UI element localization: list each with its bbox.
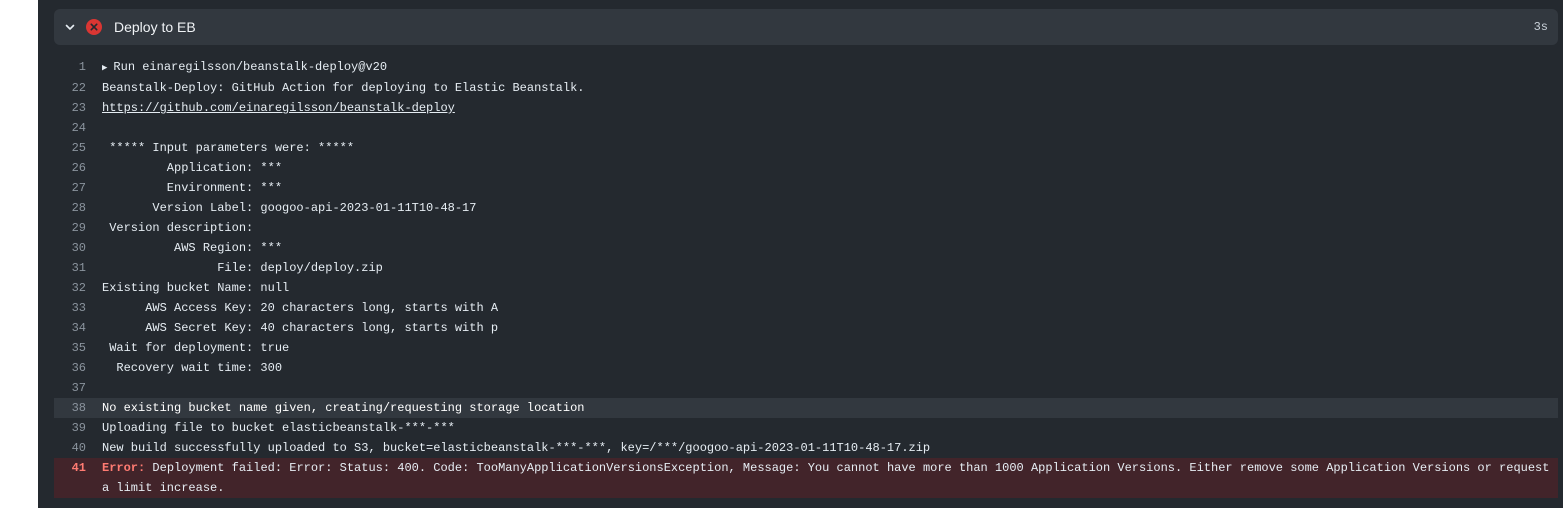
log-line-text: No existing bucket name given, creating/… bbox=[102, 401, 585, 415]
line-number[interactable]: 25 bbox=[54, 138, 102, 158]
log-line-text: File: deploy/deploy.zip bbox=[102, 261, 383, 275]
line-number[interactable]: 24 bbox=[54, 118, 102, 138]
log-line: 32 Existing bucket Name: null bbox=[54, 278, 1558, 298]
log-line-text bbox=[102, 118, 1558, 138]
line-number[interactable]: 35 bbox=[54, 338, 102, 358]
log-line-error: 41 Error: Deployment failed: Error: Stat… bbox=[54, 458, 1558, 498]
line-number[interactable]: 1 bbox=[54, 57, 102, 78]
log-line-text: Beanstalk-Deploy: GitHub Action for depl… bbox=[102, 81, 585, 95]
log-line-text: New build successfully uploaded to S3, b… bbox=[102, 441, 931, 455]
line-number[interactable]: 23 bbox=[54, 98, 102, 118]
log-line-text: AWS Secret Key: 40 characters long, star… bbox=[102, 321, 499, 335]
line-number[interactable]: 32 bbox=[54, 278, 102, 298]
log-line: 40 New build successfully uploaded to S3,… bbox=[54, 438, 1558, 458]
triangle-right-icon[interactable]: ▶ bbox=[102, 58, 107, 78]
log-line-text: Wait for deployment: true bbox=[102, 341, 290, 355]
line-number[interactable]: 41 bbox=[54, 458, 102, 498]
log-line: 33 AWS Access Key: 20 characters long, s… bbox=[54, 298, 1558, 318]
log-line-text: AWS Access Key: 20 characters long, star… bbox=[102, 301, 499, 315]
step-title: Deploy to EB bbox=[114, 19, 196, 35]
line-number[interactable]: 26 bbox=[54, 158, 102, 178]
line-number[interactable]: 28 bbox=[54, 198, 102, 218]
log-line-text: Version Label: googoo-api-2023-01-11T10-… bbox=[102, 201, 477, 215]
error-message: Deployment failed: Error: Status: 400. C… bbox=[102, 461, 1557, 495]
step-duration: 3s bbox=[1533, 20, 1548, 34]
log-line: 26 Application: *** bbox=[54, 158, 1558, 178]
log-line: 27 Environment: *** bbox=[54, 178, 1558, 198]
log-line: 29 Version description: bbox=[54, 218, 1558, 238]
log-line: 30 AWS Region: *** bbox=[54, 238, 1558, 258]
line-number[interactable]: 37 bbox=[54, 378, 102, 398]
log-line-text: Existing bucket Name: null bbox=[102, 281, 290, 295]
log-line-text: Uploading file to bucket elasticbeanstal… bbox=[102, 421, 455, 435]
log-line: 36 Recovery wait time: 300 bbox=[54, 358, 1558, 378]
log-line-text: ***** Input parameters were: ***** bbox=[102, 141, 355, 155]
log-line-text: Run einaregilsson/beanstalk-deploy@v20 bbox=[113, 60, 388, 74]
log-line-text: Application: *** bbox=[102, 161, 283, 175]
log-link[interactable]: https://github.com/einaregilsson/beansta… bbox=[102, 98, 1558, 118]
job-log-panel: Deploy to EB 3s 1 ▶ Run einaregilsson/bea… bbox=[38, 0, 1563, 508]
chevron-down-icon[interactable] bbox=[64, 21, 76, 33]
log-line-text: AWS Region: *** bbox=[102, 241, 283, 255]
line-number[interactable]: 27 bbox=[54, 178, 102, 198]
line-number[interactable]: 29 bbox=[54, 218, 102, 238]
log-line: 37 bbox=[54, 378, 1558, 398]
line-number[interactable]: 33 bbox=[54, 298, 102, 318]
log-line-text bbox=[102, 378, 1558, 398]
log-line-text: Environment: *** bbox=[102, 181, 283, 195]
error-label: Error: bbox=[102, 461, 146, 475]
log-line: 39 Uploading file to bucket elasticbeanst… bbox=[54, 418, 1558, 438]
line-number[interactable]: 38 bbox=[54, 398, 102, 418]
log-line: 24 bbox=[54, 118, 1558, 138]
line-number[interactable]: 39 bbox=[54, 418, 102, 438]
log-line: 38 No existing bucket name given, creatin… bbox=[54, 398, 1558, 418]
line-number[interactable]: 40 bbox=[54, 438, 102, 458]
log-line: 25 ***** Input parameters were: ***** bbox=[54, 138, 1558, 158]
log-output: 1 ▶ Run einaregilsson/beanstalk-deploy@v2… bbox=[54, 57, 1558, 498]
log-line: 28 Version Label: googoo-api-2023-01-11T… bbox=[54, 198, 1558, 218]
log-line: 22 Beanstalk-Deploy: GitHub Action for de… bbox=[54, 78, 1558, 98]
log-line: 31 File: deploy/deploy.zip bbox=[54, 258, 1558, 278]
line-number[interactable]: 22 bbox=[54, 78, 102, 98]
line-number[interactable]: 36 bbox=[54, 358, 102, 378]
line-number[interactable]: 34 bbox=[54, 318, 102, 338]
x-circle-fail-icon bbox=[86, 19, 102, 35]
line-number[interactable]: 31 bbox=[54, 258, 102, 278]
log-line: 23 https://github.com/einaregilsson/beans… bbox=[54, 98, 1558, 118]
log-line-text: Recovery wait time: 300 bbox=[102, 361, 283, 375]
log-line-run[interactable]: 1 ▶ Run einaregilsson/beanstalk-deploy@v2… bbox=[54, 57, 1558, 78]
log-line-text: Version description: bbox=[102, 221, 261, 235]
log-line: 34 AWS Secret Key: 40 characters long, s… bbox=[54, 318, 1558, 338]
log-line: 35 Wait for deployment: true bbox=[54, 338, 1558, 358]
line-number[interactable]: 30 bbox=[54, 238, 102, 258]
step-header-deploy-to-eb[interactable]: Deploy to EB 3s bbox=[54, 9, 1558, 45]
